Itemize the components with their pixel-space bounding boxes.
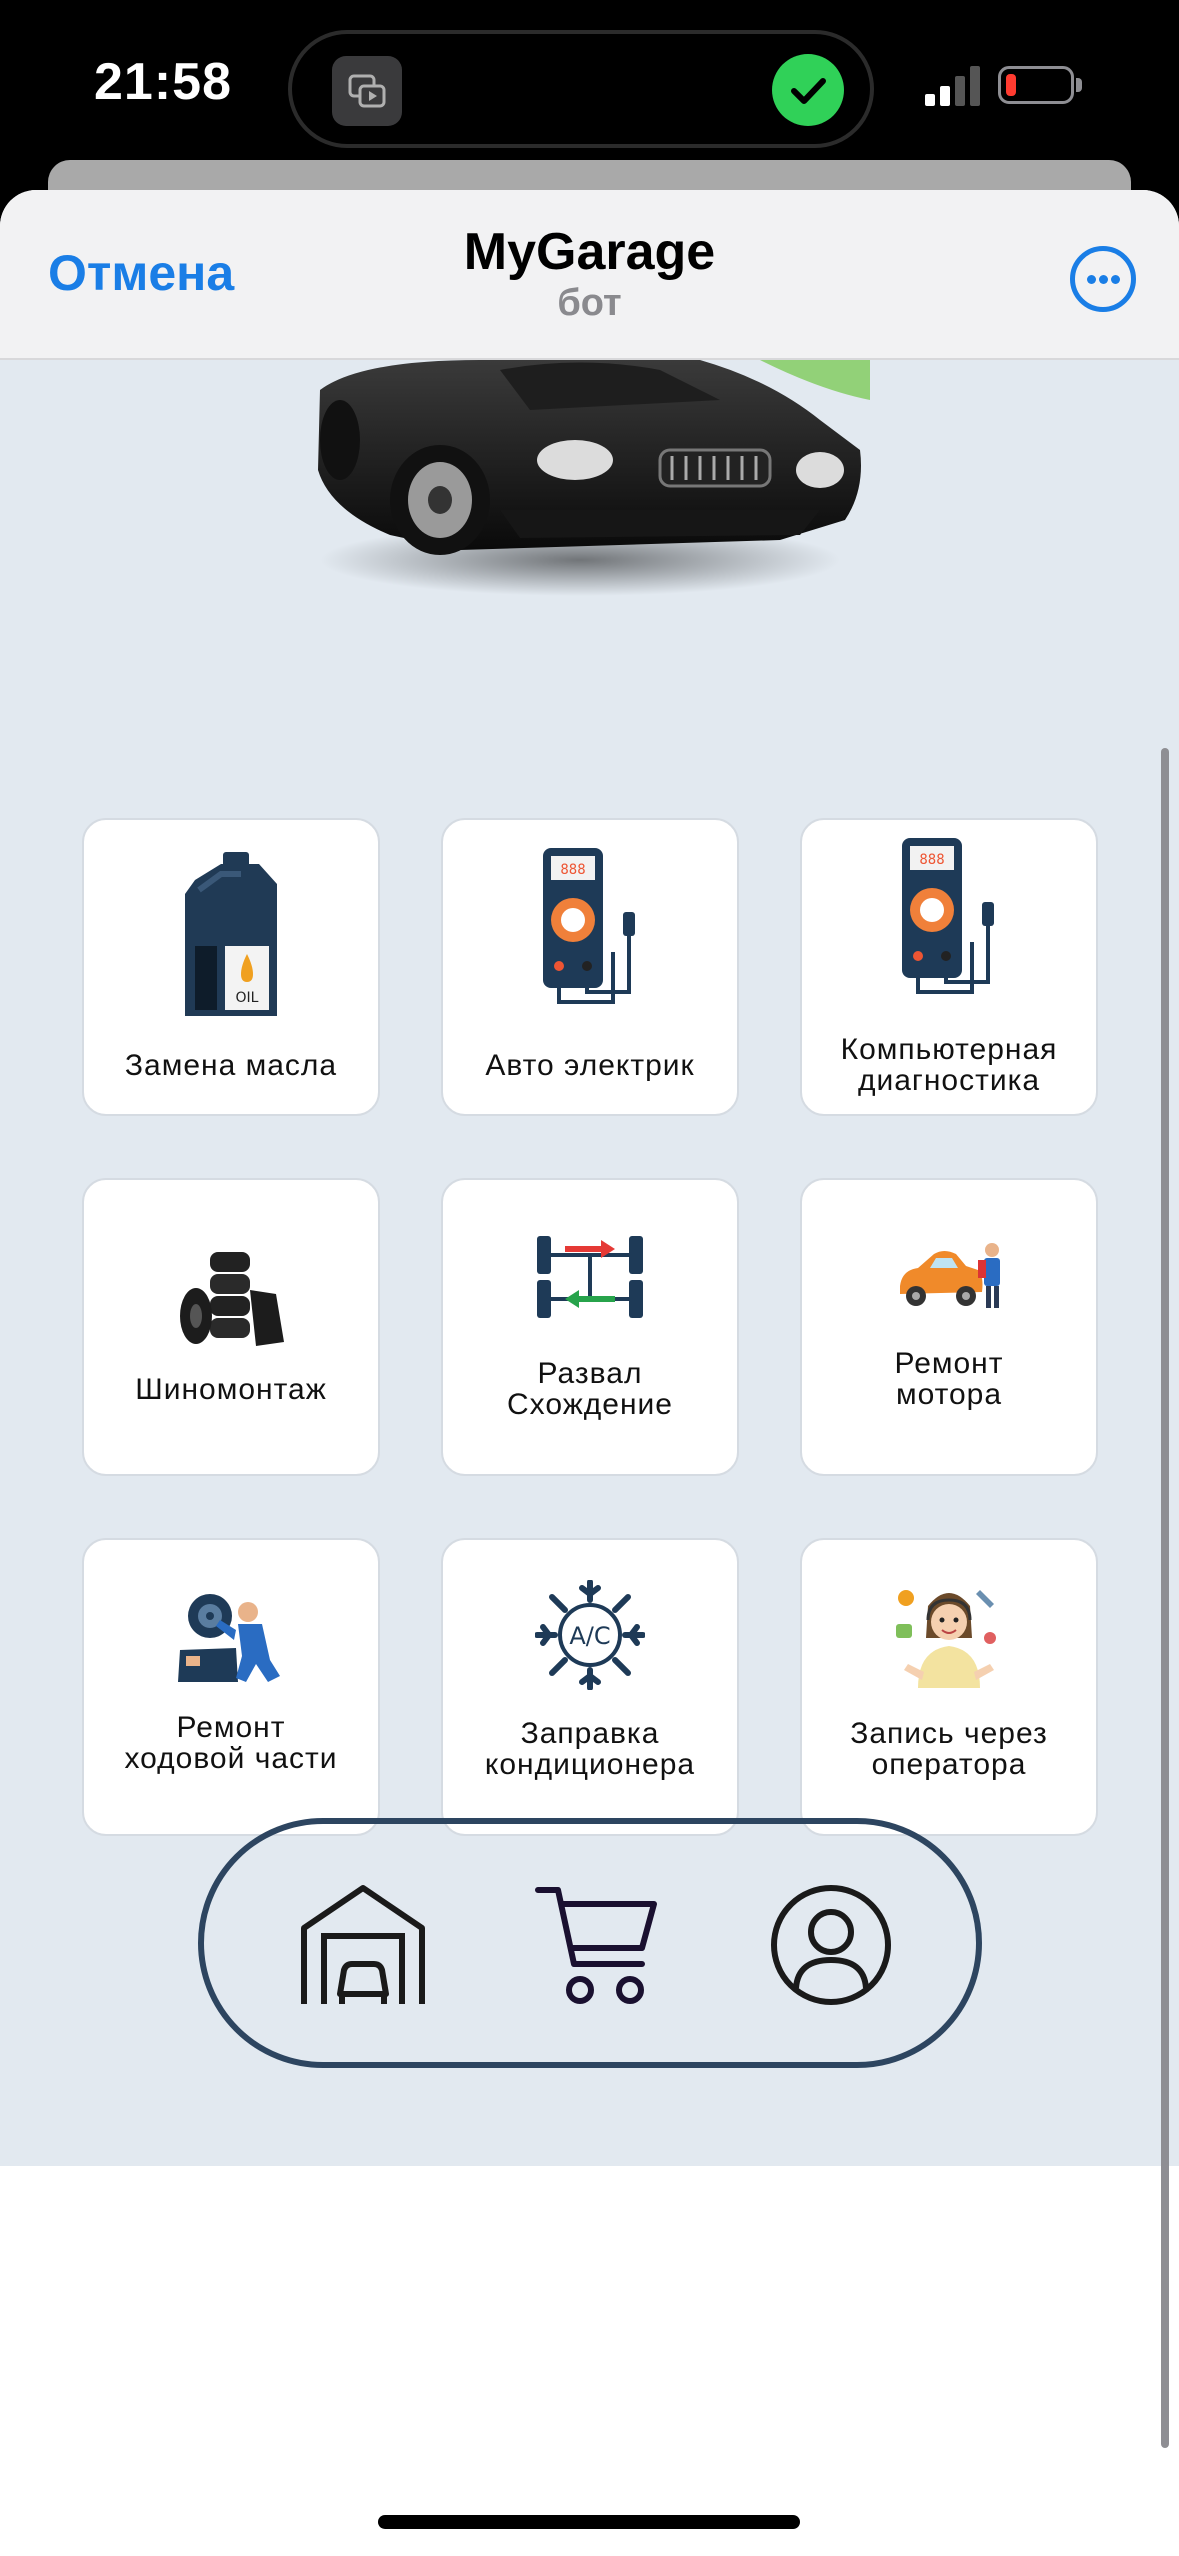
service-tile-operator-booking[interactable]: Запись через оператора [800,1538,1098,1836]
status-time: 21:58 [94,53,232,111]
home-indicator[interactable] [378,2515,800,2529]
svg-text:OIL: OIL [236,990,259,1006]
oil-canister-icon: OIL [185,852,277,1016]
page-subtitle: бот [557,282,622,324]
service-label: Компьютерная диагностика [840,1033,1058,1097]
engine-repair-car-icon [900,1243,1000,1308]
service-tile-engine-repair[interactable]: Ремонт мотора [800,1178,1098,1476]
car-banner-image [318,360,870,596]
dynamic-island[interactable] [288,30,874,148]
service-label: Развал Схождение [507,1357,673,1421]
service-label: Ремонт мотора [894,1347,1004,1411]
web-app-content: OIL Замена масла 888 Авто электрик 888 К… [0,360,1179,2166]
svg-text:888: 888 [919,852,944,868]
ellipsis-circle-icon[interactable] [1070,246,1136,312]
bot-sheet: Отмена MyGarage бот OIL Замена масла 888… [0,190,1179,2556]
mechanic-icon [178,1594,280,1682]
service-tile-wheel-alignment[interactable]: Развал Схождение [441,1178,739,1476]
battery-low-icon [998,66,1074,104]
service-label: Замена масла [124,1049,338,1082]
service-label: Ремонт ходовой части [124,1711,338,1775]
status-bar: 21:58 [0,0,1179,170]
wheel-alignment-icon [537,1236,643,1318]
screen-mirroring-icon [332,56,402,126]
service-tile-oil-change[interactable]: OIL Замена масла [82,818,380,1116]
service-label: Шиномонтаж [135,1373,327,1406]
service-tile-auto-electric[interactable]: 888 Авто электрик [441,818,739,1116]
service-tile-computer-diagnostics[interactable]: 888 Компьютерная диагностика [800,818,1098,1116]
service-label: Заправка кондиционера [484,1717,696,1781]
header-bar: Отмена MyGarage бот [0,190,1179,360]
cart-icon[interactable] [534,1884,660,2006]
service-tile-chassis-repair[interactable]: Ремонт ходовой части [82,1538,380,1836]
tire-stack-icon [180,1252,284,1346]
garage-icon[interactable] [300,1884,426,2006]
operator-icon [896,1590,996,1688]
multimeter-icon: 888 [902,838,994,994]
multimeter-icon: 888 [543,848,635,1004]
service-tile-ac-refill[interactable]: A/C Заправка кондиционера [441,1538,739,1836]
page-title: MyGarage [463,223,716,281]
battery-tip [1076,78,1082,92]
service-tile-tire-service[interactable]: Шиномонтаж [82,1178,380,1476]
checkmark-icon [772,54,844,126]
profile-icon[interactable] [768,1884,894,2006]
bottom-navigation [198,1818,982,2068]
ac-snowflake-icon: A/C [535,1580,645,1690]
svg-text:888: 888 [560,862,585,878]
cellular-signal-icon [925,66,980,106]
svg-text:A/C: A/C [569,1622,610,1650]
service-label: Запись через оператора [850,1717,1048,1781]
service-label: Авто электрик [485,1049,695,1082]
scrollbar[interactable] [1161,748,1169,2448]
